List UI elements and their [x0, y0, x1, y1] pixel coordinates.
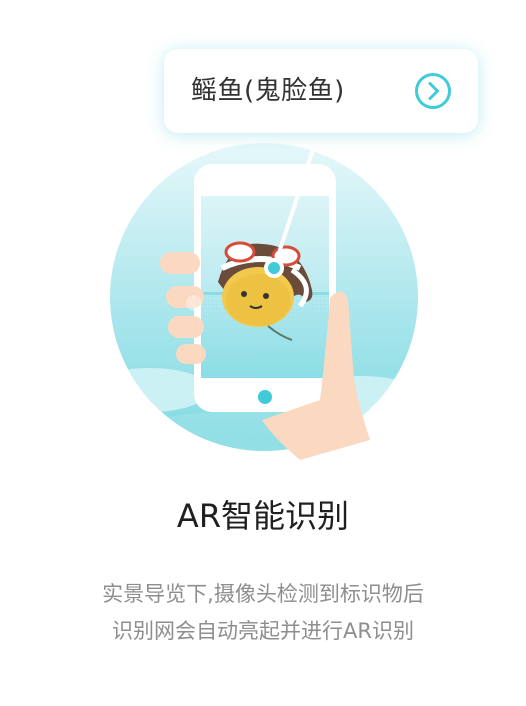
recognition-result-card[interactable]: 鳐鱼(鬼脸鱼)	[164, 49, 478, 133]
recognition-point-marker	[264, 258, 284, 278]
home-button-icon	[258, 390, 272, 404]
chevron-right-circle-icon[interactable]	[414, 72, 452, 110]
feature-title: AR智能识别	[176, 497, 350, 535]
recognized-object-name: 鳐鱼(鬼脸鱼)	[191, 76, 345, 106]
description-line-1: 实景导览下,摄像头检测到标识物后	[102, 582, 424, 606]
description-line-2: 识别网会自动亮起并进行AR识别	[112, 619, 414, 643]
feature-description: 实景导览下,摄像头检测到标识物后 识别网会自动亮起并进行AR识别	[0, 576, 526, 650]
